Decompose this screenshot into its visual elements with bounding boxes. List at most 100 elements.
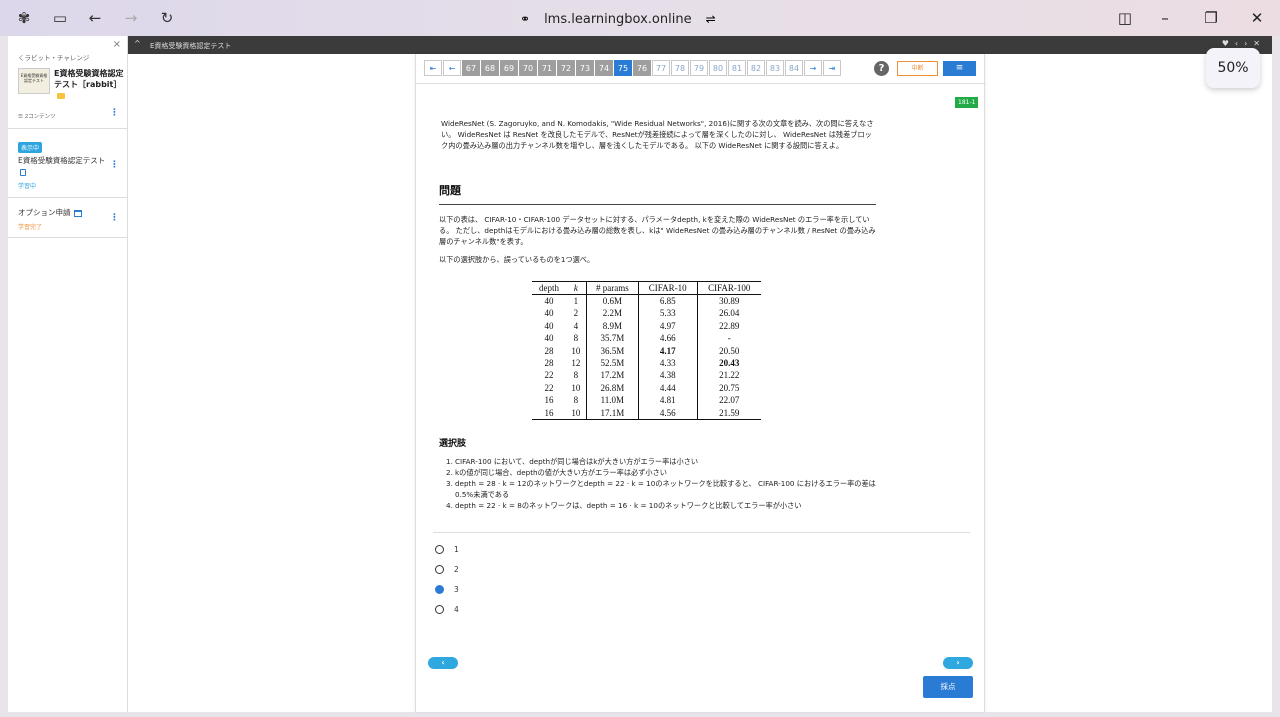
- site-settings-icon[interactable]: ⇌: [706, 12, 716, 26]
- table-cell: 10: [566, 381, 587, 395]
- table-cell: 8: [566, 369, 587, 382]
- table-cell: 40: [544, 320, 554, 331]
- radio-button[interactable]: [435, 565, 444, 574]
- table-row: 40 8 35.7M 4.66 -: [532, 332, 761, 345]
- results-table: depth k # params CIFAR-10 CIFAR-100 40 1 0…: [532, 281, 761, 421]
- course-menu-icon[interactable]: ⋮: [110, 108, 119, 118]
- column-header: depth: [532, 281, 567, 295]
- page-button[interactable]: 67: [462, 60, 480, 76]
- page-button[interactable]: 79: [690, 60, 708, 76]
- radio-button[interactable]: [435, 605, 444, 614]
- table-cell: 4.33: [638, 357, 698, 370]
- current-page-button[interactable]: 75: [614, 60, 632, 76]
- forward-arrow-icon[interactable]: →: [122, 9, 140, 27]
- document-icon: [20, 168, 26, 176]
- page-button[interactable]: 80: [709, 60, 727, 76]
- table-cell: 10: [566, 406, 587, 421]
- table-row: 22 8 17.2M 4.38 21.22: [532, 369, 761, 382]
- column-header: # params: [586, 281, 639, 295]
- page-button[interactable]: 82: [747, 60, 765, 76]
- next-page-button[interactable]: →: [804, 60, 822, 76]
- restore-icon[interactable]: ❐: [1202, 9, 1220, 27]
- sidebar-item-label: オプション申請: [18, 208, 71, 217]
- page-button[interactable]: 69: [500, 60, 518, 76]
- page-button[interactable]: 70: [519, 60, 537, 76]
- menu-button[interactable]: ≡: [943, 61, 976, 76]
- reload-icon[interactable]: ↻: [158, 9, 176, 27]
- page-button[interactable]: 84: [785, 60, 803, 76]
- breadcrumb[interactable]: くラビット・チャレンジ: [18, 52, 89, 62]
- course-sidebar: × くラビット・チャレンジ E資格受験資格認定テスト E資格受験資格認定テスト［…: [8, 36, 128, 712]
- table-cell: 16: [544, 395, 554, 406]
- sidebar-item-option[interactable]: オプション申請: [18, 207, 108, 218]
- item-menu-icon[interactable]: ⋮: [110, 213, 119, 223]
- problem-text: 以下の表は、 CIFAR-10・CIFAR-100 データセットに対する、パラメ…: [439, 215, 876, 246]
- sidebar-item-test[interactable]: E資格受験資格認定テスト: [18, 155, 108, 177]
- table-header-row: depth k # params CIFAR-10 CIFAR-100: [532, 281, 761, 295]
- page-button[interactable]: 76: [633, 60, 651, 76]
- page-button[interactable]: 72: [557, 60, 575, 76]
- help-icon[interactable]: ?: [874, 61, 889, 76]
- page-button[interactable]: 77: [652, 60, 670, 76]
- column-header: CIFAR-100: [697, 281, 761, 295]
- answer-option-1[interactable]: 1: [435, 545, 459, 554]
- submit-button[interactable]: 採点: [923, 676, 973, 698]
- table-cell: 40: [544, 296, 554, 306]
- course-title[interactable]: E資格受験資格認定テスト［rabbit］: [54, 68, 124, 101]
- back-arrow-icon[interactable]: ←: [86, 9, 104, 27]
- url-text[interactable]: lms.learningbox.online: [544, 12, 692, 27]
- content-header: ^ E資格受験資格認定テスト ♥‹›✕: [128, 36, 1272, 54]
- table-cell: 10: [566, 344, 587, 358]
- page-button[interactable]: 73: [576, 60, 594, 76]
- page-button[interactable]: 68: [481, 60, 499, 76]
- collapse-icon[interactable]: ^: [134, 39, 141, 48]
- exam-panel: ⇤ ← 67 68 69 70 71 72 73 74 75 76 77 78 …: [415, 54, 986, 712]
- close-window-icon[interactable]: ✕: [1248, 9, 1266, 27]
- table-cell: 5.33: [638, 307, 698, 320]
- header-icons[interactable]: ♥‹›✕: [1222, 39, 1266, 48]
- table-cell: 22: [544, 370, 554, 381]
- table-cell: 12: [566, 357, 587, 370]
- table-cell: 1: [566, 294, 587, 308]
- page-button[interactable]: 78: [671, 60, 689, 76]
- split-view-icon[interactable]: ◫: [1116, 9, 1134, 27]
- course-title-text: E資格受験資格認定テスト［rabbit］: [54, 69, 124, 89]
- table-cell: -: [727, 333, 731, 344]
- answer-option-4[interactable]: 4: [435, 605, 459, 614]
- item-status: 学習完了: [18, 224, 43, 231]
- prev-question-button[interactable]: ‹: [428, 657, 458, 669]
- answer-label: 3: [454, 585, 459, 594]
- answer-label: 4: [454, 605, 459, 614]
- sidebar-close-icon[interactable]: ×: [113, 39, 121, 50]
- suspend-button[interactable]: 中断: [897, 61, 938, 76]
- minimize-icon[interactable]: –: [1156, 9, 1174, 27]
- page-button[interactable]: 83: [766, 60, 784, 76]
- results-table-wrap: depth k # params CIFAR-10 CIFAR-100 40 1 0…: [532, 281, 762, 421]
- table-cell: 40: [544, 308, 554, 319]
- zoom-indicator[interactable]: 50%: [1206, 48, 1260, 88]
- site-info-icon[interactable]: ⚭: [520, 12, 530, 26]
- page-button[interactable]: 71: [538, 60, 556, 76]
- problem-heading: 問題: [439, 184, 461, 197]
- table-cell: 8: [566, 394, 587, 407]
- browser-logo-icon[interactable]: ✾: [15, 9, 33, 27]
- table-cell: 35.7M: [586, 332, 639, 345]
- table-cell: 20.50: [719, 345, 740, 356]
- address-bar[interactable]: ⚭ lms.learningbox.online ⇌: [520, 8, 716, 30]
- table-row: 40 2 2.2M 5.33 26.04: [532, 307, 761, 320]
- radio-button-selected[interactable]: [435, 585, 444, 594]
- page-button[interactable]: 81: [728, 60, 746, 76]
- first-page-button[interactable]: ⇤: [424, 60, 442, 76]
- next-question-button[interactable]: ›: [943, 657, 973, 669]
- item-menu-icon[interactable]: ⋮: [110, 160, 119, 170]
- page-button[interactable]: 74: [595, 60, 613, 76]
- table-cell: 6.85: [638, 294, 698, 308]
- answer-option-2[interactable]: 2: [435, 565, 459, 574]
- answer-option-3[interactable]: 3: [435, 585, 459, 594]
- last-page-button[interactable]: ⇥: [823, 60, 841, 76]
- choice-item: 4. depth = 22 · k = 8のネットワークは、depth = 16 …: [446, 501, 802, 510]
- sidebar-toggle-icon[interactable]: ▭: [51, 9, 69, 27]
- radio-button[interactable]: [435, 545, 444, 554]
- prev-page-button[interactable]: ←: [443, 60, 461, 76]
- divider: [8, 197, 128, 198]
